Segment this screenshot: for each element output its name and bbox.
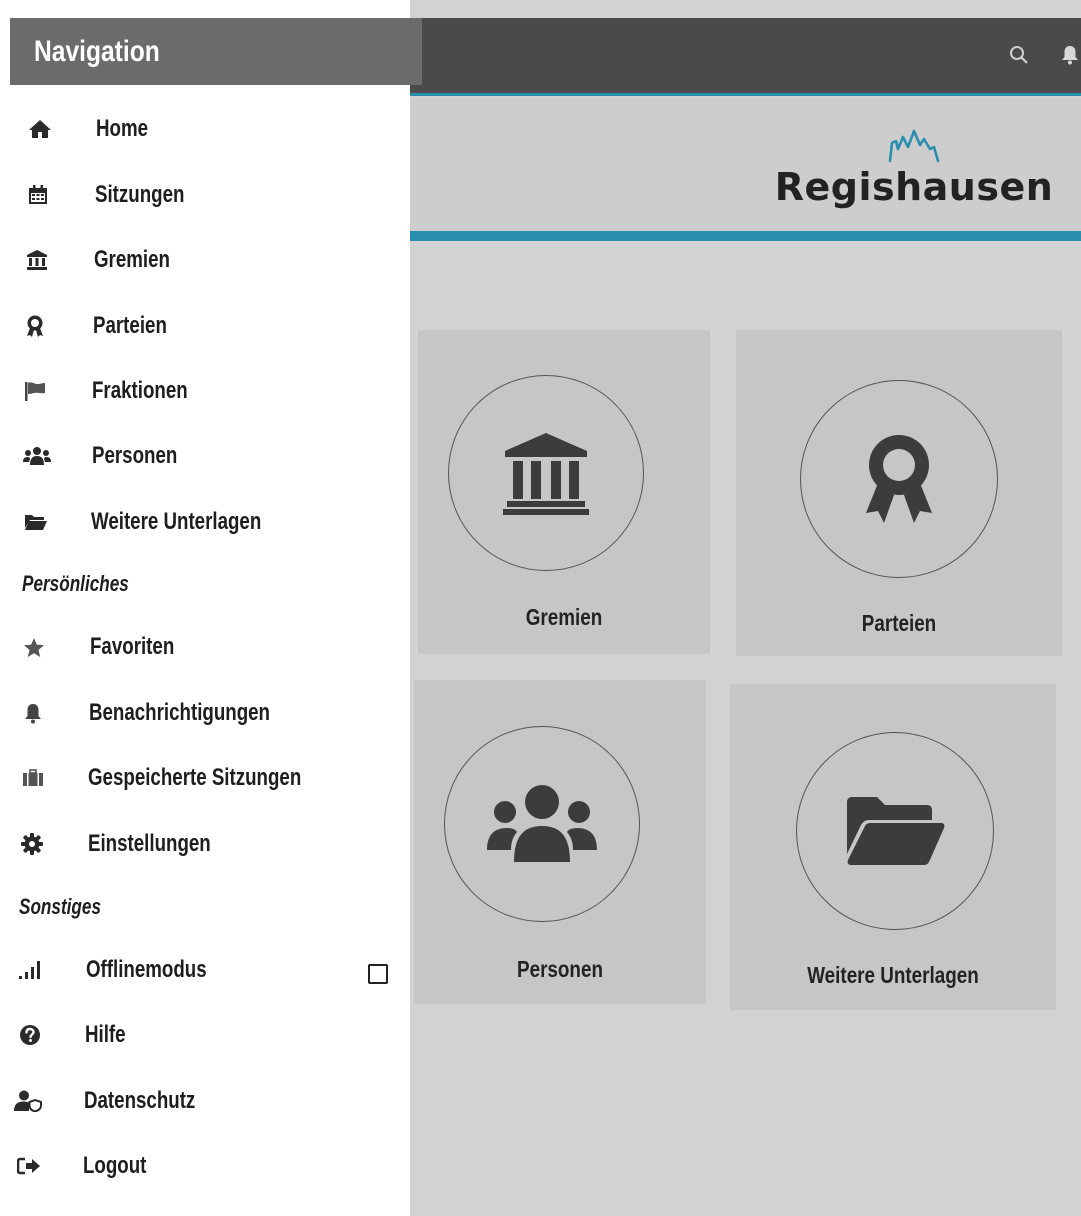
nav-item-weitere-unterlagen[interactable]: Weitere Unterlagen (0, 496, 400, 548)
users-icon (23, 442, 51, 470)
nav-item-label: Offlinemodus (86, 956, 207, 983)
offlinemodus-checkbox[interactable] (368, 964, 388, 984)
nav-item-label: Personen (92, 442, 178, 469)
nav-item-label: Fraktionen (92, 377, 188, 404)
main-content: Regishausen Gremien Parteien Personen We… (410, 0, 1081, 1216)
tile-ring (448, 375, 644, 571)
folder-open-icon (847, 797, 945, 865)
nav-item-label: Datenschutz (84, 1087, 196, 1114)
nav-item-label: Einstellungen (88, 830, 211, 857)
tile-label: Weitere Unterlagen (807, 962, 979, 988)
institution-icon (503, 433, 589, 515)
nav-item-personen[interactable]: Personen (0, 430, 400, 482)
tile-ring (444, 726, 640, 922)
award-icon (21, 312, 49, 340)
nav-item-gespeicherte-sitzungen[interactable]: Gespeicherte Sitzungen (0, 752, 400, 804)
nav-item-hilfe[interactable]: Hilfe (0, 1009, 400, 1061)
brand-name: Regishausen (774, 165, 1054, 209)
tile-label: Parteien (861, 610, 937, 636)
signal-icon (17, 956, 45, 984)
nav-item-label: Home (96, 115, 149, 142)
folder-open-icon (22, 508, 50, 536)
flag-icon (21, 377, 49, 405)
nav-item-gremien[interactable]: Gremien (0, 234, 400, 286)
nav-item-label: Gespeicherte Sitzungen (88, 764, 302, 791)
tile-gremien[interactable]: Gremien (418, 330, 710, 654)
skyline-logo-icon (888, 129, 940, 163)
section-title-other: Sonstiges (19, 894, 102, 919)
bell-icon[interactable] (1055, 40, 1081, 70)
nav-item-offlinemodus[interactable]: Offlinemodus (0, 944, 400, 996)
tile-label: Gremien (525, 604, 603, 630)
nav-item-label: Gremien (94, 246, 170, 273)
nav-item-label: Sitzungen (95, 181, 185, 208)
star-icon (20, 633, 48, 661)
nav-item-label: Benachrichtigungen (89, 699, 270, 726)
brand-banner: Regishausen (410, 99, 1081, 241)
nav-item-benachrichtigungen[interactable]: Benachrichtigungen (0, 687, 400, 739)
nav-item-label: Logout (83, 1152, 147, 1179)
tile-ring (796, 732, 994, 930)
tile-label: Personen (517, 956, 603, 982)
gear-icon (18, 830, 46, 858)
nav-item-label: Parteien (93, 312, 167, 339)
nav-item-home[interactable]: Home (0, 103, 400, 155)
sign-out-icon (15, 1152, 43, 1180)
institution-icon (23, 246, 51, 274)
nav-item-logout[interactable]: Logout (0, 1140, 400, 1192)
nav-item-label: Hilfe (85, 1021, 126, 1048)
nav-item-einstellungen[interactable]: Einstellungen (0, 818, 400, 870)
award-icon (866, 435, 932, 523)
tile-ring (800, 380, 998, 578)
tile-parteien[interactable]: Parteien (736, 330, 1062, 656)
bell-icon (19, 699, 47, 727)
calendar-icon (24, 181, 52, 209)
nav-item-favoriten[interactable]: Favoriten (0, 621, 400, 673)
home-icon (26, 115, 54, 143)
suitcase-icon (19, 764, 47, 792)
nav-item-sitzungen[interactable]: Sitzungen (0, 169, 400, 221)
search-icon[interactable] (1004, 40, 1034, 70)
nav-item-label: Weitere Unterlagen (91, 508, 262, 535)
drawer-title: Navigation (34, 34, 160, 68)
brand-logo: Regishausen (775, 129, 1053, 209)
section-title-personal: Persönliches (22, 571, 129, 596)
nav-item-label: Favoriten (90, 633, 175, 660)
navigation-drawer: Navigation Home Sitzungen Gremien Partei… (0, 0, 422, 1216)
users-icon (487, 785, 597, 862)
drawer-header: Navigation (10, 18, 422, 85)
tile-personen[interactable]: Personen (414, 680, 706, 1004)
nav-item-parteien[interactable]: Parteien (0, 300, 400, 352)
nav-item-datenschutz[interactable]: Datenschutz (0, 1075, 400, 1127)
user-shield-icon (14, 1087, 42, 1115)
tile-weitere-unterlagen[interactable]: Weitere Unterlagen (730, 684, 1056, 1010)
nav-item-fraktionen[interactable]: Fraktionen (0, 365, 400, 417)
top-app-bar (410, 18, 1081, 96)
question-icon (16, 1021, 44, 1049)
